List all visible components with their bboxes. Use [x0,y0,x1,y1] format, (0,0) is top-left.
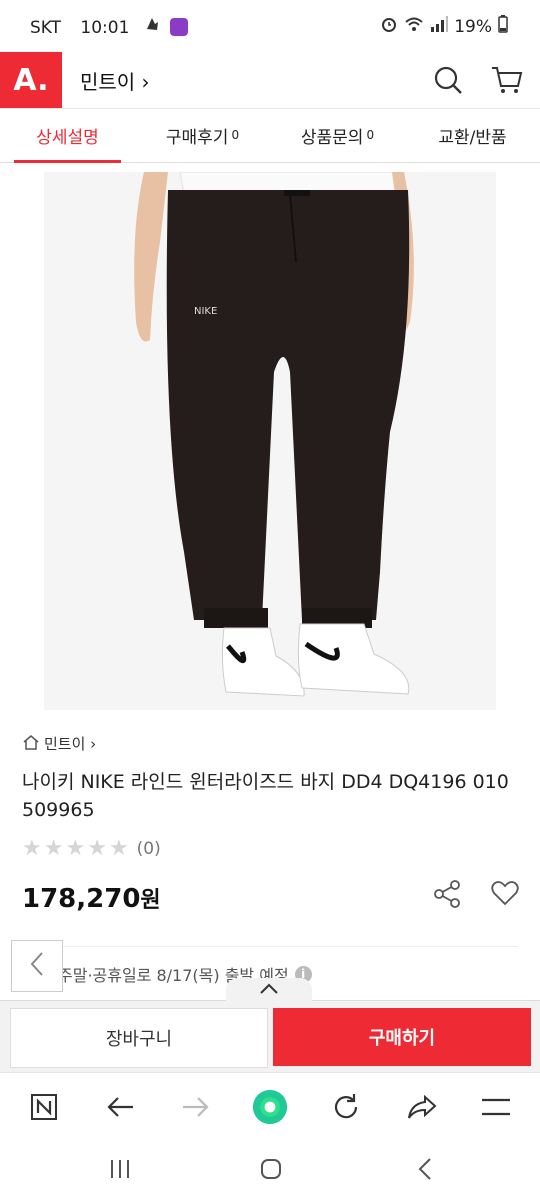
price-unit: 원 [140,888,161,913]
battery-percent: 19% [454,16,492,37]
tab-count: 0 [366,128,375,142]
clock: 10:01 [80,18,130,38]
shop-name-link[interactable]: 민트이 › [80,66,150,95]
carrier-label: SKT [30,18,62,38]
app-header: A. 민트이 › [0,52,540,109]
store-logo[interactable]: A. [0,52,62,108]
chevron-left-icon [27,950,47,982]
menu-icon[interactable] [478,1089,514,1125]
home-icon [22,734,40,754]
signal-icon [430,16,449,37]
tab-label: 교환/반품 [438,127,507,148]
tab-label: 구매후기 [165,127,229,148]
breadcrumb[interactable]: 민트이 › [22,733,96,754]
share-arrow-icon[interactable] [404,1089,440,1125]
system-nav-bar [0,1140,540,1200]
battery-icon [498,15,508,38]
star-icon: ★ [43,836,64,861]
forward-arrow-icon[interactable] [178,1089,214,1125]
sheet-handle[interactable] [226,978,312,1002]
product-price: 178,270원 [22,882,161,914]
wifi-icon [404,16,424,37]
star-icon: ★ [65,836,86,861]
breadcrumb-shop: 민트이 › [44,735,97,753]
home-button-icon[interactable] [256,1154,286,1184]
add-to-cart-button[interactable]: 장바구니 [10,1008,268,1068]
back-floating-button[interactable] [11,940,63,992]
product-image[interactable]: NIKE [44,172,496,710]
rating-stars[interactable]: ★ ★ ★ ★ ★ (0) [22,836,161,861]
tab-count: 0 [231,128,240,142]
product-title: 나이키 NIKE 라인드 윈터라이즈드 바지 DD4 DQ4196 010 50… [22,771,509,821]
rating-count: (0) [136,838,161,859]
tab-description[interactable]: 상세설명 [0,108,135,163]
green-dot-icon[interactable] [252,1089,288,1125]
naver-icon[interactable] [26,1089,62,1125]
nike-logo: NIKE [194,306,217,317]
back-button-icon[interactable] [410,1154,440,1184]
cart-icon[interactable] [490,64,524,100]
buy-now-button[interactable]: 구매하기 [273,1008,531,1066]
star-icon: ★ [108,836,129,861]
tab-inquiries[interactable]: 상품문의 0 [270,108,405,162]
refresh-icon[interactable] [328,1089,364,1125]
detail-tabs: 상세설명 구매후기 0 상품문의 0 교환/반품 [0,108,540,163]
tab-exchange-return[interactable]: 교환/반품 [405,108,540,162]
tab-reviews[interactable]: 구매후기 0 [135,108,270,162]
divider [22,946,518,947]
star-icon: ★ [22,836,42,861]
star-icon: ★ [87,836,107,861]
tab-label: 상품문의 [300,127,364,148]
tab-label: 상세설명 [36,127,99,148]
share-icon[interactable] [431,878,463,914]
recent-apps-icon[interactable] [104,1154,136,1184]
browser-toolbar [0,1072,540,1139]
price-value: 178,270 [22,884,141,914]
search-icon[interactable] [432,64,464,100]
alarm-icon [380,15,398,38]
chevron-up-icon [258,981,280,1000]
back-arrow-icon[interactable] [102,1089,138,1125]
notification-icon [143,18,166,38]
status-bar: SKT 10:01 19% [0,0,540,52]
app-notification-icon [170,18,189,36]
heart-icon[interactable] [490,878,520,912]
